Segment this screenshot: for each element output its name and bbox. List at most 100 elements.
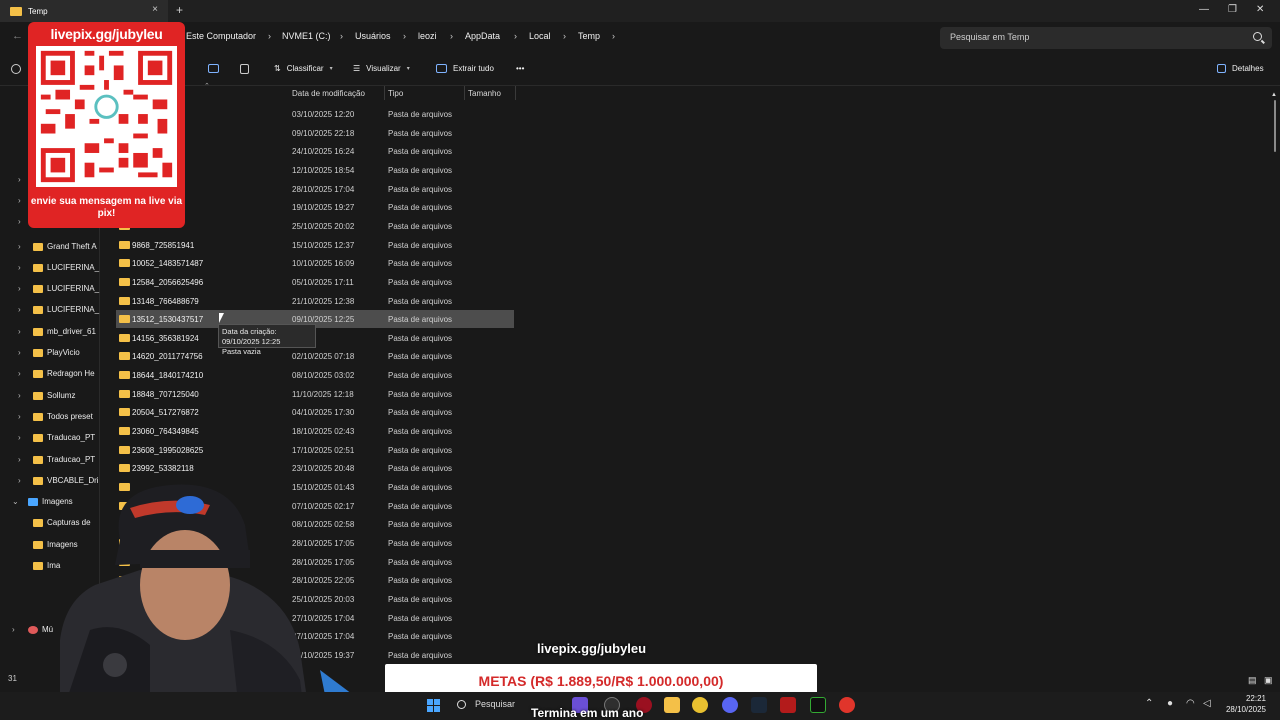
- file-row[interactable]: 14620_2011774756 02/10/2025 07:18 Pasta de…: [116, 347, 514, 365]
- sidebar-item[interactable]: › LUCIFERINA_: [0, 300, 100, 320]
- back-arrow-icon[interactable]: ←: [12, 30, 23, 42]
- view-button[interactable]: ☰ Visualizar ▾: [353, 64, 410, 73]
- details-button[interactable]: Detalhes: [1217, 64, 1264, 73]
- clock[interactable]: 22:21 28/10/2025: [1222, 693, 1266, 715]
- crumb-drive[interactable]: NVME1 (C:): [282, 31, 331, 41]
- column-header-date[interactable]: Data de modificação: [292, 89, 365, 98]
- file-type: Pasta de arquivos: [388, 538, 453, 548]
- column-divider[interactable]: [515, 86, 516, 100]
- chevron-right-icon[interactable]: ›: [18, 284, 21, 293]
- search-icon[interactable]: [1253, 32, 1262, 41]
- new-icon[interactable]: [11, 64, 21, 74]
- sidebar-item[interactable]: › Sollumz: [0, 386, 100, 406]
- share-icon[interactable]: [208, 64, 219, 73]
- sidebar-item[interactable]: › mb_driver_61: [0, 322, 100, 342]
- file-date: 09/10/2025 12:25: [292, 315, 355, 325]
- sidebar-item[interactable]: › LUCIFERINA_: [0, 258, 100, 278]
- chevron-right-icon[interactable]: ›: [18, 348, 21, 357]
- crumb-appdata[interactable]: AppData: [465, 31, 500, 41]
- tray-chevron-up-icon[interactable]: ⌃: [1145, 698, 1153, 709]
- sidebar-item[interactable]: › Traducao_PT: [0, 450, 100, 470]
- app-yellow-icon[interactable]: [692, 697, 708, 713]
- chevron-right-icon[interactable]: ›: [18, 196, 21, 205]
- chevron-right-icon[interactable]: ›: [18, 412, 21, 421]
- windows-start-icon[interactable]: [427, 699, 441, 713]
- details-view-icon[interactable]: ▤: [1248, 675, 1257, 686]
- file-type: Pasta de arquivos: [388, 557, 453, 567]
- taskbar-search-label[interactable]: Pesquisar: [475, 699, 515, 709]
- folder-icon: [119, 315, 130, 324]
- chevron-right-icon[interactable]: ›: [18, 305, 21, 314]
- chevron-right-icon[interactable]: ›: [18, 369, 21, 378]
- file-row[interactable]: 20504_517276872 04/10/2025 17:30 Pasta de …: [116, 403, 514, 421]
- sidebar-item-label: Traducao_PT: [47, 433, 96, 442]
- tab-close-icon[interactable]: ×: [152, 4, 158, 15]
- file-date: 17/10/2025 02:51: [292, 445, 355, 455]
- sidebar-item[interactable]: › Traducao_PT: [0, 428, 100, 448]
- app-steam-icon[interactable]: [751, 697, 767, 713]
- file-type: Pasta de arquivos: [388, 483, 453, 492]
- file-explorer-icon[interactable]: [664, 697, 680, 713]
- sidebar-item[interactable]: › LUCIFERINA_: [0, 279, 100, 299]
- more-options-icon[interactable]: •••: [516, 64, 524, 73]
- column-header-type[interactable]: Tipo: [388, 89, 403, 98]
- column-divider[interactable]: [464, 86, 465, 100]
- chevron-right-icon[interactable]: ›: [18, 175, 21, 184]
- taskbar-search-icon[interactable]: [457, 700, 466, 709]
- file-row[interactable]: 18644_1840174210 08/10/2025 03:02 Pasta de…: [116, 366, 514, 384]
- chevron-right-icon[interactable]: ›: [18, 217, 21, 226]
- restore-icon[interactable]: ❐: [1228, 4, 1237, 15]
- file-row[interactable]: 23060_764349845 18/10/2025 02:43 Pasta de …: [116, 422, 514, 440]
- column-header-size[interactable]: Tamanho: [468, 89, 501, 98]
- view-label: Visualizar: [366, 64, 401, 73]
- crumb-users[interactable]: Usuários: [355, 31, 391, 41]
- folder-icon: [33, 456, 43, 464]
- delete-icon[interactable]: [240, 64, 249, 74]
- folder-icon: [33, 243, 43, 251]
- crumb-temp[interactable]: Temp: [578, 31, 600, 41]
- sidebar-item[interactable]: › Todos preset: [0, 407, 100, 427]
- column-divider[interactable]: [384, 86, 385, 100]
- minimize-icon[interactable]: —: [1199, 4, 1209, 15]
- chevron-right-icon[interactable]: ›: [18, 263, 21, 272]
- file-row[interactable]: 12584_2056625496 05/10/2025 17:11 Pasta de…: [116, 273, 514, 291]
- sidebar-item[interactable]: › Grand Theft A: [0, 237, 100, 257]
- crumb-user[interactable]: leozi: [418, 31, 437, 41]
- file-row[interactable]: 23608_1995028625 17/10/2025 02:51 Pasta de…: [116, 441, 514, 459]
- chevron-right-icon[interactable]: ›: [18, 327, 21, 336]
- extract-all-button[interactable]: Extrair tudo: [436, 64, 494, 73]
- folder-icon: [33, 349, 43, 357]
- file-row[interactable]: 10052_1483571487 10/10/2025 16:09 Pasta de…: [116, 254, 514, 272]
- crumb-local[interactable]: Local: [529, 31, 551, 41]
- new-tab-button[interactable]: +: [176, 3, 183, 17]
- file-name: 20504_517276872: [132, 408, 199, 418]
- app-close-red-icon[interactable]: [839, 697, 855, 713]
- app-red-icon[interactable]: [780, 697, 796, 713]
- search-box[interactable]: Pesquisar em Temp: [940, 27, 1272, 49]
- file-row[interactable]: 9868_725851941 15/10/2025 12:37 Pasta de a…: [116, 236, 514, 254]
- volume-icon[interactable]: ◁: [1203, 698, 1211, 709]
- vertical-scrollbar[interactable]: [1274, 100, 1276, 152]
- chevron-right-icon[interactable]: ›: [18, 455, 21, 464]
- chevron-right-icon[interactable]: ›: [18, 242, 21, 251]
- sidebar-item[interactable]: › Redragon He: [0, 364, 100, 384]
- tooltip-empty: Pasta vazia: [222, 347, 261, 356]
- app-terminal-icon[interactable]: [810, 697, 826, 713]
- chevron-right-icon[interactable]: ›: [18, 433, 21, 442]
- tab-temp[interactable]: Temp ×: [0, 0, 168, 22]
- folder-icon: [119, 277, 130, 286]
- chevron-right-icon[interactable]: ›: [18, 391, 21, 400]
- sort-button[interactable]: ⇅ Classificar ▾: [274, 64, 333, 73]
- app-discord-2-icon[interactable]: [722, 697, 738, 713]
- crumb-this-pc[interactable]: Este Computador: [186, 31, 256, 41]
- microphone-icon[interactable]: ●: [1167, 698, 1173, 709]
- file-type: Pasta de arquivos: [388, 576, 453, 586]
- scroll-up-icon[interactable]: ▲: [1271, 92, 1277, 98]
- sidebar-item[interactable]: › PlayVicio: [0, 343, 100, 363]
- file-name: 13512_1530437517: [132, 315, 204, 325]
- file-row[interactable]: 13148_766488679 21/10/2025 12:38 Pasta de …: [116, 292, 514, 310]
- network-icon[interactable]: ◠: [1186, 698, 1195, 709]
- close-window-icon[interactable]: ✕: [1256, 4, 1264, 15]
- file-row[interactable]: 18848_707125040 11/10/2025 12:18 Pasta de …: [116, 385, 514, 403]
- tiles-view-icon[interactable]: ▣: [1264, 675, 1273, 686]
